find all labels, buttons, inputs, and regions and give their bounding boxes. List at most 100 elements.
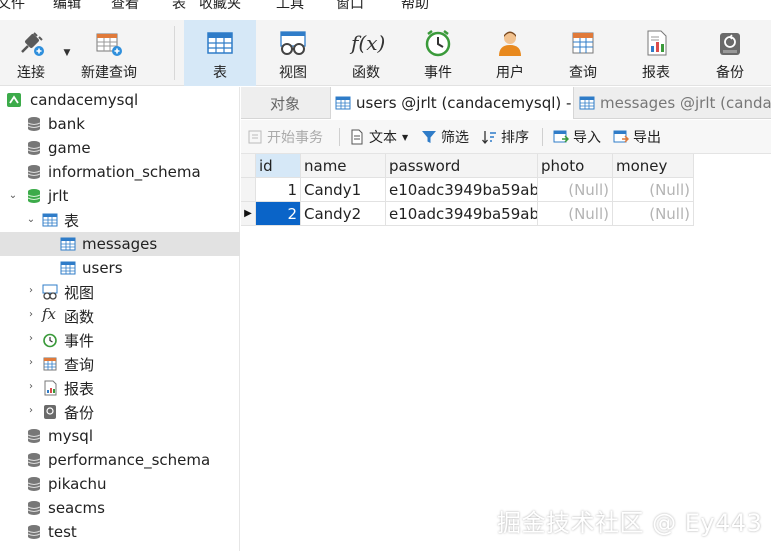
tree-db-seacms[interactable]: seacms — [0, 496, 240, 520]
chevron-down-icon[interactable]: ⌄ — [26, 215, 36, 225]
query-label: 查询 — [569, 65, 597, 81]
chevron-down-icon: ▼ — [402, 132, 409, 142]
tree-db-information-schema[interactable]: information_schema — [0, 160, 240, 184]
connect-dropdown[interactable]: ▼ — [60, 20, 74, 86]
begin-transaction-button[interactable]: 开始事务 — [247, 120, 323, 154]
table-cell-money[interactable]: (Null) — [613, 202, 694, 226]
menu-edit[interactable]: 编辑 — [53, 0, 81, 13]
tree-folder-label: 表 — [64, 211, 80, 230]
tree-connection[interactable]: candacemysql — [0, 88, 240, 112]
function-label: 函数 — [352, 65, 380, 81]
current-row-marker-icon[interactable]: ▶ — [241, 202, 256, 226]
row-indicator[interactable] — [241, 178, 256, 202]
import-label: 导入 — [573, 130, 601, 146]
query-icon — [43, 357, 57, 371]
menu-view[interactable]: 查看 — [111, 0, 139, 13]
toolbar-divider — [174, 26, 175, 80]
new-query-button[interactable]: 新建查询 — [76, 20, 142, 86]
chevron-down-icon[interactable]: ⌄ — [8, 191, 18, 201]
menu-window[interactable]: 窗口 — [336, 0, 364, 13]
tree-table-users[interactable]: users — [0, 256, 240, 280]
tree-folder-tables[interactable]: ⌄ 表 — [0, 208, 240, 232]
row-indicator-header — [241, 154, 256, 178]
menu-tools[interactable]: 工具 — [276, 0, 304, 13]
tree-folder-queries[interactable]: › 查询 — [0, 352, 240, 376]
chevron-right-icon[interactable]: › — [26, 406, 36, 416]
view-button[interactable]: 视图 — [257, 20, 329, 86]
view-glasses-icon — [42, 284, 58, 300]
tree-table-label: messages — [82, 235, 158, 253]
table-cell-id-selected[interactable]: 2 — [256, 202, 301, 226]
table-icon — [335, 96, 351, 110]
sort-icon — [482, 131, 496, 145]
connect-label: 连接 — [17, 65, 45, 81]
table-icon — [205, 28, 235, 58]
column-header-photo[interactable]: photo — [538, 154, 613, 178]
tab-users[interactable]: users @jrlt (candacemysql) -... — [330, 87, 574, 119]
database-open-icon — [27, 189, 41, 203]
backup-button[interactable]: 备份 — [694, 20, 766, 86]
chevron-right-icon[interactable]: › — [26, 310, 36, 320]
function-button[interactable]: f(x) 函数 — [330, 20, 402, 86]
event-button[interactable]: 事件 — [402, 20, 474, 86]
table-cell-photo[interactable]: (Null) — [538, 178, 613, 202]
text-view-button[interactable]: 文本 ▼ — [349, 120, 408, 154]
watermark: 掘金技术社区 @ Ey443 — [497, 509, 763, 537]
chevron-right-icon[interactable]: › — [26, 334, 36, 344]
table-cell-photo[interactable]: (Null) — [538, 202, 613, 226]
table-folder-icon — [42, 213, 58, 227]
tree-folder-functions[interactable]: › fx 函数 — [0, 304, 240, 328]
table-cell-password[interactable]: e10adc3949ba59abbe56e057f20f883e — [386, 178, 538, 202]
tab-messages[interactable]: messages @jrlt (candacemysql) — [575, 87, 771, 119]
table-cell-name[interactable]: Candy2 — [301, 202, 386, 226]
new-query-label: 新建查询 — [81, 65, 137, 81]
table-cell-name[interactable]: Candy1 — [301, 178, 386, 202]
tree-db-pikachu[interactable]: pikachu — [0, 472, 240, 496]
sort-button[interactable]: 排序 — [481, 120, 529, 154]
tree-folder-reports[interactable]: › 报表 — [0, 376, 240, 400]
event-clock-icon — [423, 28, 453, 58]
column-header-password[interactable]: password — [386, 154, 538, 178]
tree-db-mysql[interactable]: mysql — [0, 424, 240, 448]
menu-help[interactable]: 帮助 — [401, 0, 429, 13]
tree-db-game[interactable]: game — [0, 136, 240, 160]
tree-folder-views[interactable]: › 视图 — [0, 280, 240, 304]
table-cell-money[interactable]: (Null) — [613, 178, 694, 202]
report-icon — [641, 28, 671, 58]
chevron-right-icon[interactable]: › — [26, 358, 36, 368]
table-cell-password[interactable]: e10adc3949ba59abbe56e057f20f883e — [386, 202, 538, 226]
table-cell-id[interactable]: 1 — [256, 178, 301, 202]
menu-file[interactable]: 文件 — [0, 0, 25, 13]
import-button[interactable]: 导入 — [553, 120, 601, 154]
tree-db-performance-schema[interactable]: performance_schema — [0, 448, 240, 472]
tree-folder-backups[interactable]: › 备份 — [0, 400, 240, 424]
database-icon — [27, 141, 41, 155]
export-button[interactable]: 导出 — [613, 120, 661, 154]
column-header-name[interactable]: name — [301, 154, 386, 178]
table-button[interactable]: 表 — [184, 20, 256, 86]
column-header-id[interactable]: id — [256, 154, 301, 178]
menu-favorites[interactable]: 收藏夹 — [199, 0, 241, 13]
tree-db-label: game — [48, 139, 91, 157]
tree-db-bank[interactable]: bank — [0, 112, 240, 136]
report-button[interactable]: 报表 — [620, 20, 692, 86]
document-icon — [351, 129, 363, 145]
filter-button[interactable]: 筛选 — [421, 120, 469, 154]
menu-bar: 文件 编辑 查看 表 收藏夹 工具 窗口 帮助 — [0, 0, 771, 13]
tree-folder-events[interactable]: › 事件 — [0, 328, 240, 352]
user-button[interactable]: 用户 — [474, 20, 546, 86]
chevron-right-icon[interactable]: › — [26, 382, 36, 392]
tree-table-messages[interactable]: messages — [0, 232, 240, 256]
chevron-right-icon[interactable]: › — [26, 286, 36, 296]
connect-button[interactable]: 连接 — [4, 20, 58, 86]
tree-db-jrlt[interactable]: ⌄ jrlt — [0, 184, 240, 208]
tab-objects[interactable]: 对象 — [241, 87, 329, 119]
main-toolbar: 连接 ▼ 新建查询 表 视图 f(x) 函数 事件 用户 查询 报表 备份 — [0, 20, 771, 86]
menu-table[interactable]: 表 — [172, 0, 186, 13]
column-header-money[interactable]: money — [613, 154, 694, 178]
view-glasses-icon — [278, 28, 308, 58]
tree-db-test[interactable]: test — [0, 520, 240, 544]
text-view-label: 文本 — [369, 130, 397, 146]
query-button[interactable]: 查询 — [547, 20, 619, 86]
tree-db-label: performance_schema — [48, 451, 211, 469]
